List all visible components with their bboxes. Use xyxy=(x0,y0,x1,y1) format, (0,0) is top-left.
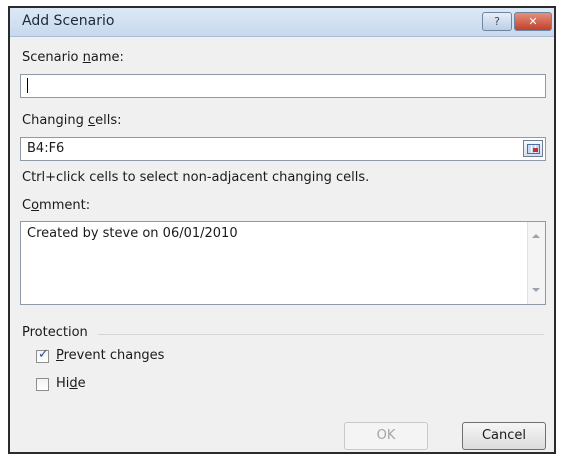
protection-group-title: Protection xyxy=(22,325,88,340)
comment-textarea[interactable]: Created by steve on 06/01/2010 xyxy=(20,221,546,305)
hide-checkbox[interactable] xyxy=(36,378,49,391)
collapse-dialog-icon[interactable] xyxy=(523,140,543,157)
help-button[interactable]: ? xyxy=(482,12,512,31)
dialog-title: Add Scenario xyxy=(22,13,115,29)
changing-cells-hint: Ctrl+click cells to select non-adjacent … xyxy=(22,170,370,185)
protection-divider xyxy=(98,334,544,335)
comment-scrollbar[interactable] xyxy=(527,222,545,304)
scroll-down-icon[interactable] xyxy=(532,288,540,292)
cancel-button[interactable]: Cancel xyxy=(462,422,546,450)
title-bar: Add Scenario ? ✕ xyxy=(10,8,554,37)
changing-cells-input[interactable]: B4:F6 xyxy=(20,137,546,161)
hide-label[interactable]: Hide xyxy=(56,376,86,391)
changing-cells-label: Changing cells: xyxy=(22,113,122,128)
help-icon: ? xyxy=(494,15,500,28)
close-button[interactable]: ✕ xyxy=(514,12,552,31)
prevent-changes-checkbox[interactable]: ✓ xyxy=(36,347,49,363)
text-caret xyxy=(27,78,28,93)
close-icon: ✕ xyxy=(528,15,538,28)
comment-label: Comment: xyxy=(22,198,91,213)
prevent-changes-label[interactable]: Prevent changes xyxy=(56,348,164,363)
ok-button[interactable]: OK xyxy=(344,422,428,450)
scenario-name-label: Scenario name: xyxy=(22,50,124,65)
add-scenario-dialog: Add Scenario ? ✕ Scenario name: Changing… xyxy=(8,6,556,454)
scroll-up-icon[interactable] xyxy=(532,234,540,238)
checkmark-icon: ✓ xyxy=(38,347,49,362)
scenario-name-input[interactable] xyxy=(20,74,546,98)
